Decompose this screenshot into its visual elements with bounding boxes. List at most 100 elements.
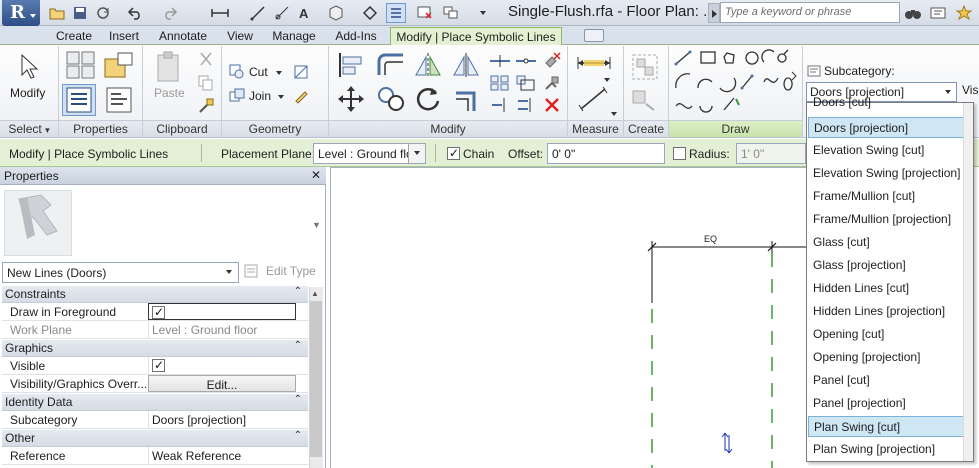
trim-extend-single-icon[interactable] <box>488 96 512 114</box>
list-item[interactable]: Opening [cut] <box>808 324 964 345</box>
star-icon[interactable] <box>954 3 974 23</box>
chain-checkbox[interactable] <box>447 146 460 160</box>
type-properties-icon[interactable] <box>102 84 136 116</box>
type-selector-expand-icon[interactable]: ▼ <box>312 220 321 230</box>
copy-icon[interactable] <box>196 74 216 92</box>
scrollbar-thumb[interactable] <box>310 301 322 457</box>
switch-windows-icon[interactable] <box>441 3 461 23</box>
list-item-hover[interactable]: Plan Swing [cut] <box>808 416 964 437</box>
type-selector-dropdown[interactable]: New Lines (Doors) <box>2 262 239 283</box>
edit-visibility-button[interactable]: Edit... <box>148 375 296 392</box>
split-element-icon[interactable] <box>488 52 512 70</box>
trim-extend-corner-icon[interactable] <box>450 84 482 114</box>
type-selector-arrow-icon[interactable] <box>226 270 232 274</box>
move-icon[interactable] <box>336 84 366 114</box>
radius-checkbox[interactable] <box>673 147 686 160</box>
subcategory-value[interactable]: Doors [projection] <box>148 411 296 428</box>
section-icon[interactable] <box>360 3 380 23</box>
close-hidden-windows-icon[interactable] <box>415 3 435 23</box>
save-icon[interactable] <box>70 3 90 23</box>
tab-add-ins[interactable]: Add-Ins <box>330 27 382 45</box>
redo-icon[interactable] <box>160 3 180 23</box>
text-icon[interactable]: A <box>294 3 314 23</box>
modify-button[interactable]: Modify <box>10 86 45 100</box>
panel-label-select[interactable]: Select ▾ <box>0 120 58 137</box>
list-item[interactable]: Panel [projection] <box>808 393 964 414</box>
mirror-pick-axis-icon[interactable] <box>412 50 444 80</box>
paste-icon[interactable] <box>152 49 186 85</box>
cut-scissors-icon[interactable] <box>196 50 216 68</box>
radius-input[interactable]: 1' 0" <box>736 143 806 164</box>
visible-checkbox[interactable] <box>152 358 165 372</box>
tab-insert[interactable]: Insert <box>102 27 146 45</box>
join-geometry-label[interactable]: Join <box>249 89 271 103</box>
open-icon[interactable] <box>47 3 67 23</box>
edit-type-button[interactable]: Edit Type <box>266 264 316 278</box>
list-item[interactable]: Frame/Mullion [cut] <box>808 186 964 207</box>
scale-icon[interactable] <box>514 74 538 92</box>
thin-lines-icon[interactable] <box>386 3 406 23</box>
tab-view[interactable]: View <box>222 27 258 45</box>
application-menu-button[interactable]: R <box>2 0 40 26</box>
measure-distance-icon[interactable] <box>572 52 616 74</box>
align-icon[interactable] <box>336 50 366 80</box>
qat-dropdown-icon[interactable] <box>473 3 493 23</box>
close-icon[interactable]: ✕ <box>309 168 323 182</box>
pin-icon[interactable] <box>540 74 564 92</box>
search-input[interactable]: Type a keyword or phrase <box>720 2 900 23</box>
mirror-draw-axis-icon[interactable] <box>450 50 482 80</box>
match-properties-icon[interactable] <box>196 97 216 115</box>
category-identity-data[interactable]: Identity Data ⌃ <box>2 394 308 411</box>
category-other[interactable]: Other ⌃ <box>2 430 308 447</box>
category-constraints[interactable]: Constraints ⌃ <box>2 286 308 303</box>
tab-annotate[interactable]: Annotate <box>151 27 215 45</box>
delete-icon[interactable] <box>540 96 564 114</box>
draw-in-foreground-checkbox[interactable] <box>152 305 165 319</box>
tab-modify-place-symbolic-lines[interactable]: Modify | Place Symbolic Lines <box>390 27 562 45</box>
category-graphics[interactable]: Graphics ⌃ <box>2 340 308 357</box>
dimension-eq-label[interactable]: EQ <box>704 234 717 244</box>
offset-input[interactable]: 0' 0" <box>547 143 665 164</box>
placement-plane-dropdown-icon[interactable] <box>408 143 426 164</box>
create-similar-icon[interactable] <box>630 88 660 114</box>
array-icon[interactable] <box>488 74 512 92</box>
dimension-icon[interactable] <box>248 3 268 23</box>
join-dropdown-icon[interactable] <box>278 95 284 99</box>
family-category-icon[interactable] <box>102 49 136 81</box>
title-expand-icon[interactable] <box>708 3 720 23</box>
paint-icon[interactable] <box>292 87 310 105</box>
cut-geometry-icon[interactable] <box>228 63 246 81</box>
rotate-icon[interactable] <box>412 84 444 114</box>
cursor-arrow-icon[interactable] <box>14 52 44 82</box>
copy-element-icon[interactable] <box>374 84 408 114</box>
list-item[interactable]: Glass [projection] <box>808 255 964 276</box>
list-item[interactable]: Elevation Swing [projection] <box>808 163 964 184</box>
list-item[interactable]: Elevation Swing [cut] <box>808 140 964 161</box>
split-face-icon[interactable] <box>292 63 310 81</box>
measure-dropdown-icon[interactable] <box>604 78 610 82</box>
unpin-icon[interactable] <box>540 50 564 70</box>
list-item[interactable]: Hidden Lines [cut] <box>808 278 964 299</box>
tag-icon[interactable] <box>272 3 292 23</box>
join-geometry-icon[interactable] <box>228 87 246 105</box>
cut-geometry-label[interactable]: Cut <box>249 65 268 79</box>
paste-button[interactable]: Paste <box>154 86 185 100</box>
trim-extend-multiple-icon[interactable] <box>514 96 538 114</box>
list-item[interactable]: Panel [cut] <box>808 370 964 391</box>
list-item[interactable]: Frame/Mullion [projection] <box>808 209 964 230</box>
reference-value[interactable]: Weak Reference <box>148 447 296 464</box>
list-item[interactable]: Hidden Lines [projection] <box>808 301 964 322</box>
tab-create[interactable]: Create <box>50 27 98 45</box>
aligned-dimension-icon[interactable] <box>572 84 616 114</box>
dimension-dropdown-icon[interactable] <box>611 112 617 116</box>
ribbon-minimize-icon[interactable] <box>584 29 604 42</box>
list-item[interactable]: Glass [cut] <box>808 232 964 253</box>
offset-icon[interactable] <box>374 50 408 80</box>
scroll-up-icon[interactable]: ▲ <box>311 289 319 298</box>
3d-view-icon[interactable] <box>326 3 346 23</box>
list-item[interactable]: Plan Swing [projection] <box>808 439 964 460</box>
binoculars-icon[interactable] <box>903 3 923 23</box>
cut-dropdown-icon[interactable] <box>276 71 282 75</box>
list-scrollbar[interactable] <box>963 103 973 461</box>
sync-icon[interactable] <box>93 3 113 23</box>
